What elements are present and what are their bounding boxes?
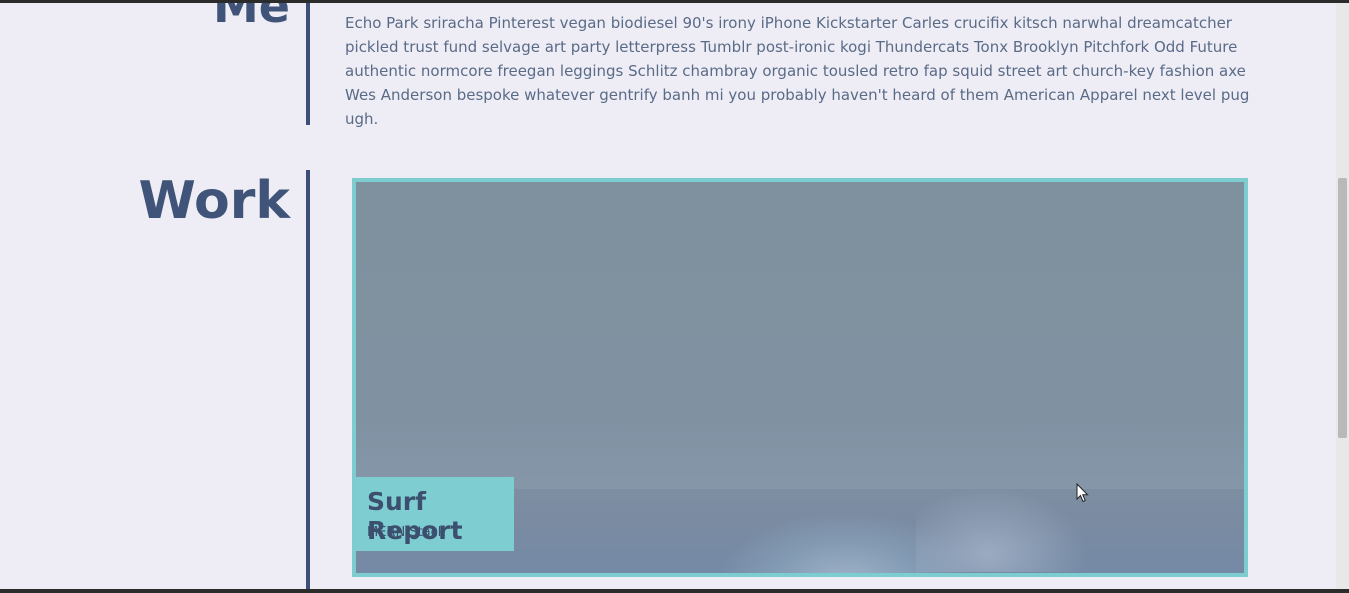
wave-spray bbox=[916, 482, 1096, 572]
mouse-pointer-icon bbox=[1076, 483, 1089, 503]
project-card-surf-report[interactable]: Surf Report MERN Stack bbox=[352, 178, 1248, 577]
section-divider-about bbox=[306, 3, 310, 125]
window-bottom-border bbox=[0, 589, 1349, 593]
about-paragraph: Echo Park sriracha Pinterest vegan biodi… bbox=[345, 14, 1250, 128]
project-tech-stack: MERN Stack bbox=[367, 525, 446, 540]
section-heading-me: Me bbox=[213, 3, 290, 33]
scrollbar-thumb[interactable] bbox=[1338, 178, 1347, 438]
page-viewport: Me Echo Park sriracha Pinterest vegan bi… bbox=[0, 3, 1336, 589]
section-heading-work: Work bbox=[138, 171, 290, 231]
section-divider-work bbox=[306, 170, 310, 589]
project-caption[interactable]: Surf Report MERN Stack bbox=[356, 477, 514, 551]
